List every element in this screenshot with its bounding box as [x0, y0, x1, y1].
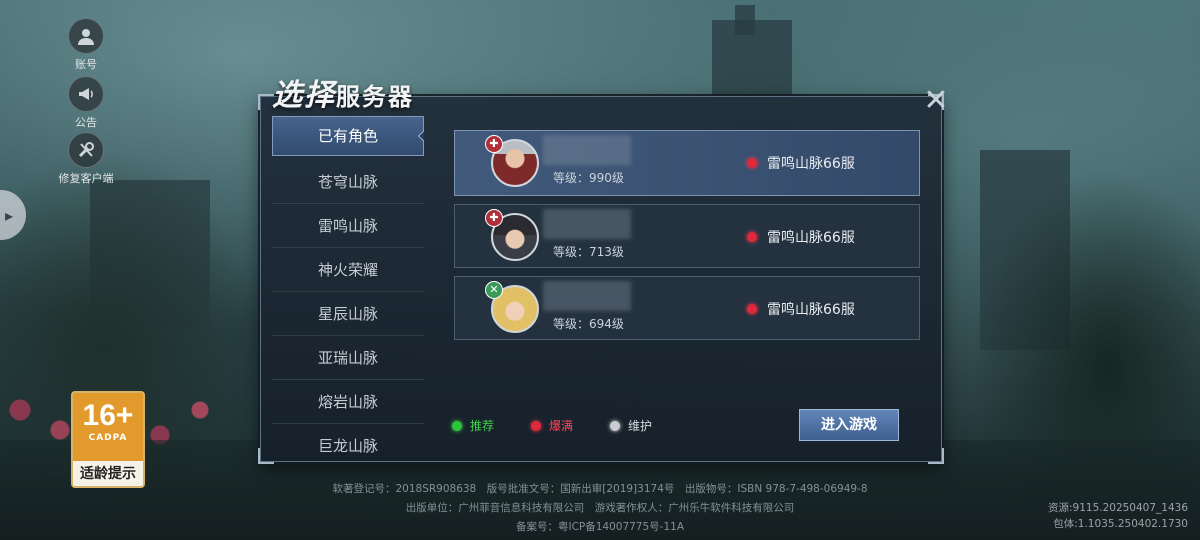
- server-status-dot: [747, 304, 757, 314]
- wrench-icon: [68, 132, 104, 168]
- package-version: 包体:1.1035.250402.1730: [1053, 518, 1188, 530]
- close-icon[interactable]: ✕: [920, 86, 952, 118]
- dialog-title: 选择服务器: [272, 78, 414, 113]
- server-name: 雷鸣山脉66服: [767, 156, 855, 172]
- tab-region[interactable]: 雷鸣山脉: [272, 204, 424, 248]
- character-level: 等级：713级: [553, 245, 624, 259]
- tab-region[interactable]: 神火荣耀: [272, 248, 424, 292]
- footer-line-3: 备案号：粤ICP备14007775号-11A: [515, 521, 685, 533]
- server-name: 雷鸣山脉66服: [767, 230, 855, 246]
- legend-full: 爆满: [531, 417, 573, 434]
- repair-client-button[interactable]: 修复客户端: [59, 132, 114, 186]
- user-icon: [68, 18, 104, 54]
- notice-label: 公告: [75, 116, 97, 129]
- character-name-blurred: [543, 209, 631, 239]
- age-rating: 16+: [82, 399, 134, 432]
- character-name-blurred: [543, 281, 631, 311]
- notice-button[interactable]: 公告: [66, 76, 106, 130]
- character-row[interactable]: ✕ 等级：694级 雷鸣山脉66服: [454, 276, 920, 340]
- region-tab-list: 已有角色 苍穹山脉 雷鸣山脉 神火荣耀 星辰山脉 亚瑞山脉 熔岩山脉 巨龙山脉: [272, 116, 424, 460]
- enter-game-button[interactable]: 进入游戏: [799, 409, 899, 441]
- repair-client-label: 修复客户端: [58, 172, 114, 185]
- character-row[interactable]: ✚ 等级：990级 雷鸣山脉66服: [454, 130, 920, 196]
- class-icon: ✚: [485, 135, 503, 153]
- account-label: 账号: [75, 58, 97, 71]
- server-status-dot: [747, 232, 757, 242]
- tab-existing-characters[interactable]: 已有角色: [272, 116, 424, 156]
- green-dot-icon: [452, 421, 462, 431]
- character-level: 等级：694级: [553, 317, 624, 331]
- resource-version: 资源:9115.20250407_1436: [1047, 502, 1188, 514]
- footer-line-2: 出版单位：广州菲音信息科技有限公司 游戏著作权人：广州乐牛软件科技有限公司: [405, 502, 795, 514]
- gray-dot-icon: [610, 421, 620, 431]
- tab-region[interactable]: 星辰山脉: [272, 292, 424, 336]
- footer-line-1: 软著登记号：2018SR908638 版号批准文号：国新出审[2019]3174…: [332, 483, 868, 495]
- server-status-dot: [747, 158, 757, 168]
- tab-region[interactable]: 亚瑞山脉: [272, 336, 424, 380]
- legend-maintenance: 维护: [610, 417, 652, 434]
- red-dot-icon: [531, 421, 541, 431]
- server-name: 雷鸣山脉66服: [767, 302, 855, 318]
- rating-org: CADPA: [88, 433, 128, 443]
- legend-recommend: 推荐: [452, 417, 494, 434]
- tab-region[interactable]: 巨龙山脉: [272, 424, 424, 460]
- class-icon: ✕: [485, 281, 503, 299]
- megaphone-icon: [68, 76, 104, 112]
- tab-region[interactable]: 苍穹山脉: [272, 160, 424, 204]
- class-icon: ✚: [485, 209, 503, 227]
- character-level: 等级：990级: [553, 171, 624, 185]
- character-name-blurred: [543, 135, 631, 165]
- account-button[interactable]: 账号: [66, 18, 106, 72]
- character-row[interactable]: ✚ 等级：713级 雷鸣山脉66服: [454, 204, 920, 268]
- age-rating-badge: 16+ CADPA 适龄提示: [71, 391, 145, 488]
- tab-region[interactable]: 熔岩山脉: [272, 380, 424, 424]
